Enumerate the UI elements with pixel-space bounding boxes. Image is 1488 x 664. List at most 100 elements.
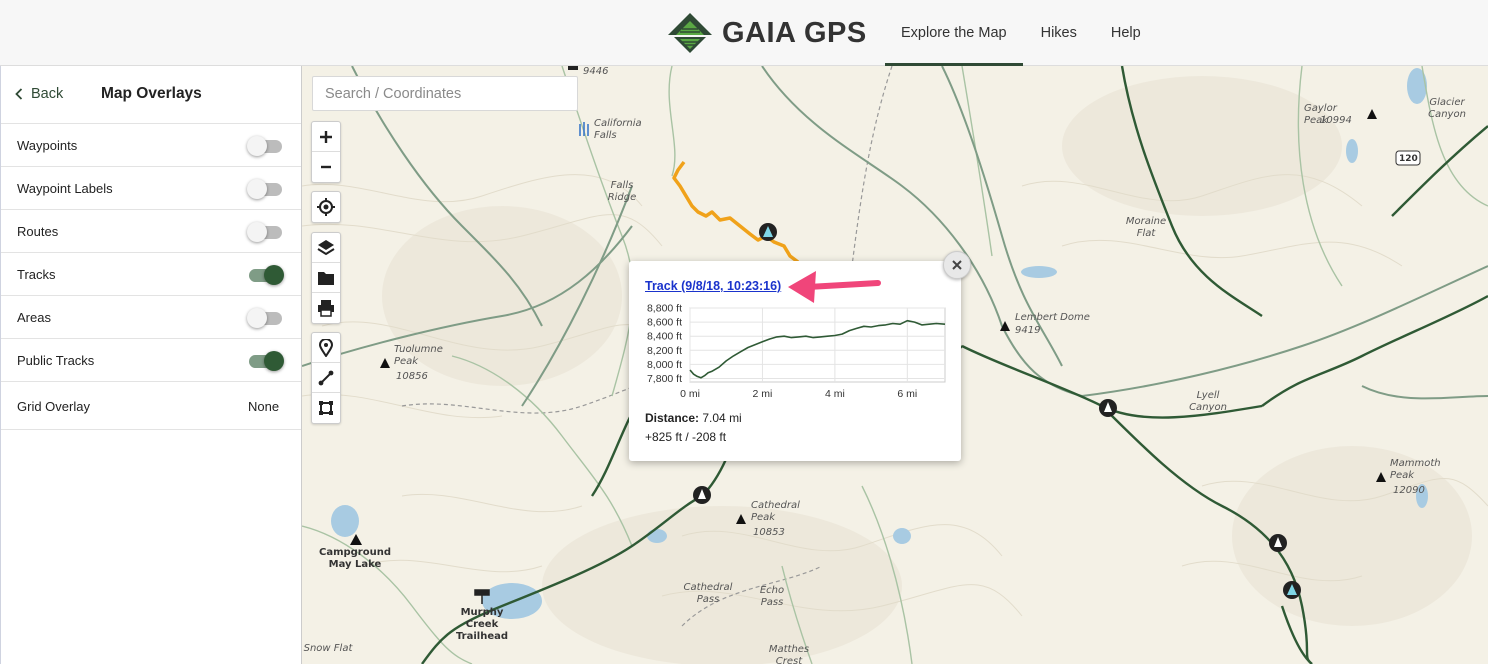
map-label-tuolumne-peak: Tuolumne Peak <box>394 344 443 367</box>
routes-toggle[interactable] <box>247 222 283 242</box>
map-label-campground-may-lake: Campground May Lake <box>318 547 392 570</box>
overlay-row-tracks: Tracks <box>1 253 301 296</box>
gaia-gps-logo[interactable]: GAIA GPS <box>668 12 867 54</box>
map-overlays-panel: Back Map Overlays Waypoints Waypoint Lab… <box>0 66 302 664</box>
draw-route-button[interactable] <box>312 363 340 393</box>
chart-y-tick-label: 8,200 ft <box>647 345 682 357</box>
map-label-falls-ridge: Falls Ridge <box>607 180 637 203</box>
close-icon <box>952 260 962 270</box>
overlay-label: Grid Overlay <box>17 399 90 414</box>
printer-icon <box>318 300 334 317</box>
waypoint-labels-toggle[interactable] <box>247 179 283 199</box>
chart-y-tick-label: 8,800 ft <box>647 303 682 315</box>
overlay-label: Tracks <box>17 267 56 282</box>
overlay-label: Routes <box>17 224 59 239</box>
chart-y-tick-label: 8,400 ft <box>647 331 682 343</box>
chart-x-tick-label: 2 mi <box>753 388 773 400</box>
elevation-change-stat: +825 ft / -208 ft <box>645 430 727 444</box>
plus-icon <box>320 130 332 143</box>
map-label-echo-pass: Echo Pass <box>759 585 785 608</box>
polygon-area-icon <box>319 401 333 415</box>
map-label-top-elev: 9446 <box>583 66 609 77</box>
map-label-cathedral-peak-elev: 10853 <box>753 527 785 538</box>
popup-close-button[interactable] <box>943 251 971 279</box>
tracks-toggle[interactable] <box>247 265 284 285</box>
locate-control <box>311 191 341 223</box>
public-tracks-toggle[interactable] <box>247 351 284 371</box>
map-label-snow-flat: Snow Flat <box>303 643 353 654</box>
layers-button[interactable] <box>312 233 340 263</box>
overlay-row-grid[interactable]: Grid Overlay None <box>1 382 301 430</box>
track-title-link[interactable]: Track (9/8/18, 10:23:16) <box>645 279 781 293</box>
map-label-lyell-canyon: Lyell Canyon <box>1189 390 1227 413</box>
map-label-moraine-flat: Moraine Flat <box>1125 216 1167 239</box>
chevron-left-icon <box>15 88 23 100</box>
overlay-label: Areas <box>17 310 51 325</box>
map-label-california-falls: California Falls <box>594 118 642 141</box>
overlay-label: Public Tracks <box>17 353 95 368</box>
crosshair-icon <box>317 198 335 216</box>
overlay-label: Waypoints <box>17 138 78 153</box>
layer-controls <box>311 232 341 324</box>
back-button[interactable]: Back <box>15 86 63 102</box>
chart-x-tick-label: 0 mi <box>680 388 700 400</box>
gaia-mountain-icon <box>668 13 712 53</box>
brand-name: GAIA GPS <box>722 16 867 49</box>
zoom-in-button[interactable] <box>312 122 340 152</box>
zoom-out-button[interactable] <box>312 152 340 182</box>
map-label-mammoth-peak: Mammoth Peak <box>1390 458 1441 481</box>
chart-plot-area <box>689 307 946 383</box>
chart-y-tick-label: 8,600 ft <box>647 317 682 329</box>
overlay-row-waypoints: Waypoints <box>1 124 301 167</box>
print-button[interactable] <box>312 293 340 323</box>
map-label-gaylor-peak-elev: 10994 <box>1320 115 1352 126</box>
layers-icon <box>317 239 335 255</box>
distance-value: 7.04 mi <box>702 411 742 425</box>
nav-hikes[interactable]: Hikes <box>1023 0 1095 66</box>
chart-y-tick-label: 7,800 ft <box>647 373 682 385</box>
map-label-route-120: 120 <box>1399 154 1418 164</box>
overlay-label: Waypoint Labels <box>17 181 113 196</box>
elevation-profile-chart: 8,800 ft 8,600 ft 8,400 ft 8,200 ft 8,000 ft… <box>647 303 946 400</box>
add-waypoint-button[interactable] <box>312 333 340 363</box>
overlay-row-public-tracks: Public Tracks <box>1 339 301 382</box>
nav-explore-the-map[interactable]: Explore the Map <box>885 0 1023 66</box>
nav-help[interactable]: Help <box>1095 0 1157 66</box>
map-label-cathedral-peak: Cathedral Peak <box>751 500 800 523</box>
map-label-murphy-creek-trailhead: Murphy Creek Trailhead <box>455 607 509 642</box>
map-label-lembert-dome: Lembert Dome <box>1015 312 1090 323</box>
map-pin-icon <box>319 338 333 357</box>
locate-button[interactable] <box>312 192 340 222</box>
map-label-tuolumne-peak-elev: 10856 <box>396 371 428 382</box>
zoom-controls <box>311 121 341 183</box>
top-header: GAIA GPS Explore the Map Hikes Help <box>0 0 1488 66</box>
minus-icon <box>321 165 331 169</box>
grid-overlay-value[interactable]: None <box>248 399 279 414</box>
back-label: Back <box>31 86 64 102</box>
draw-controls <box>311 332 341 424</box>
chart-x-tick-label: 4 mi <box>825 388 845 400</box>
overlay-row-routes: Routes <box>1 210 301 253</box>
map-label-mammoth-peak-elev: 12090 <box>1393 485 1425 496</box>
search-input[interactable] <box>312 76 578 111</box>
chart-y-tick-label: 8,000 ft <box>647 359 682 371</box>
distance-label: Distance: <box>645 411 700 425</box>
panel-title: Map Overlays <box>101 85 202 102</box>
distance-stat: Distance: 7.04 mi <box>645 411 742 425</box>
route-line-icon <box>318 370 334 385</box>
areas-toggle[interactable] <box>247 308 283 328</box>
overlay-row-areas: Areas <box>1 296 301 339</box>
panel-header: Back Map Overlays <box>1 66 301 124</box>
overlay-row-waypoint-labels: Waypoint Labels <box>1 167 301 210</box>
draw-area-button[interactable] <box>312 393 340 423</box>
chart-x-tick-label: 6 mi <box>897 388 917 400</box>
map-label-glacier-canyon: Glacier Canyon <box>1428 97 1466 120</box>
annotation-arrow <box>788 271 881 303</box>
waypoints-toggle[interactable] <box>247 136 283 156</box>
main-nav: Explore the Map Hikes Help <box>885 0 1157 66</box>
map-label-cathedral-pass: Cathedral Pass <box>683 582 733 605</box>
map-label-lembert-dome-elev: 9419 <box>1015 325 1041 336</box>
folder-button[interactable] <box>312 263 340 293</box>
folder-icon <box>318 271 334 285</box>
map-label-matthes-crest: Matthes Crest <box>768 644 810 664</box>
